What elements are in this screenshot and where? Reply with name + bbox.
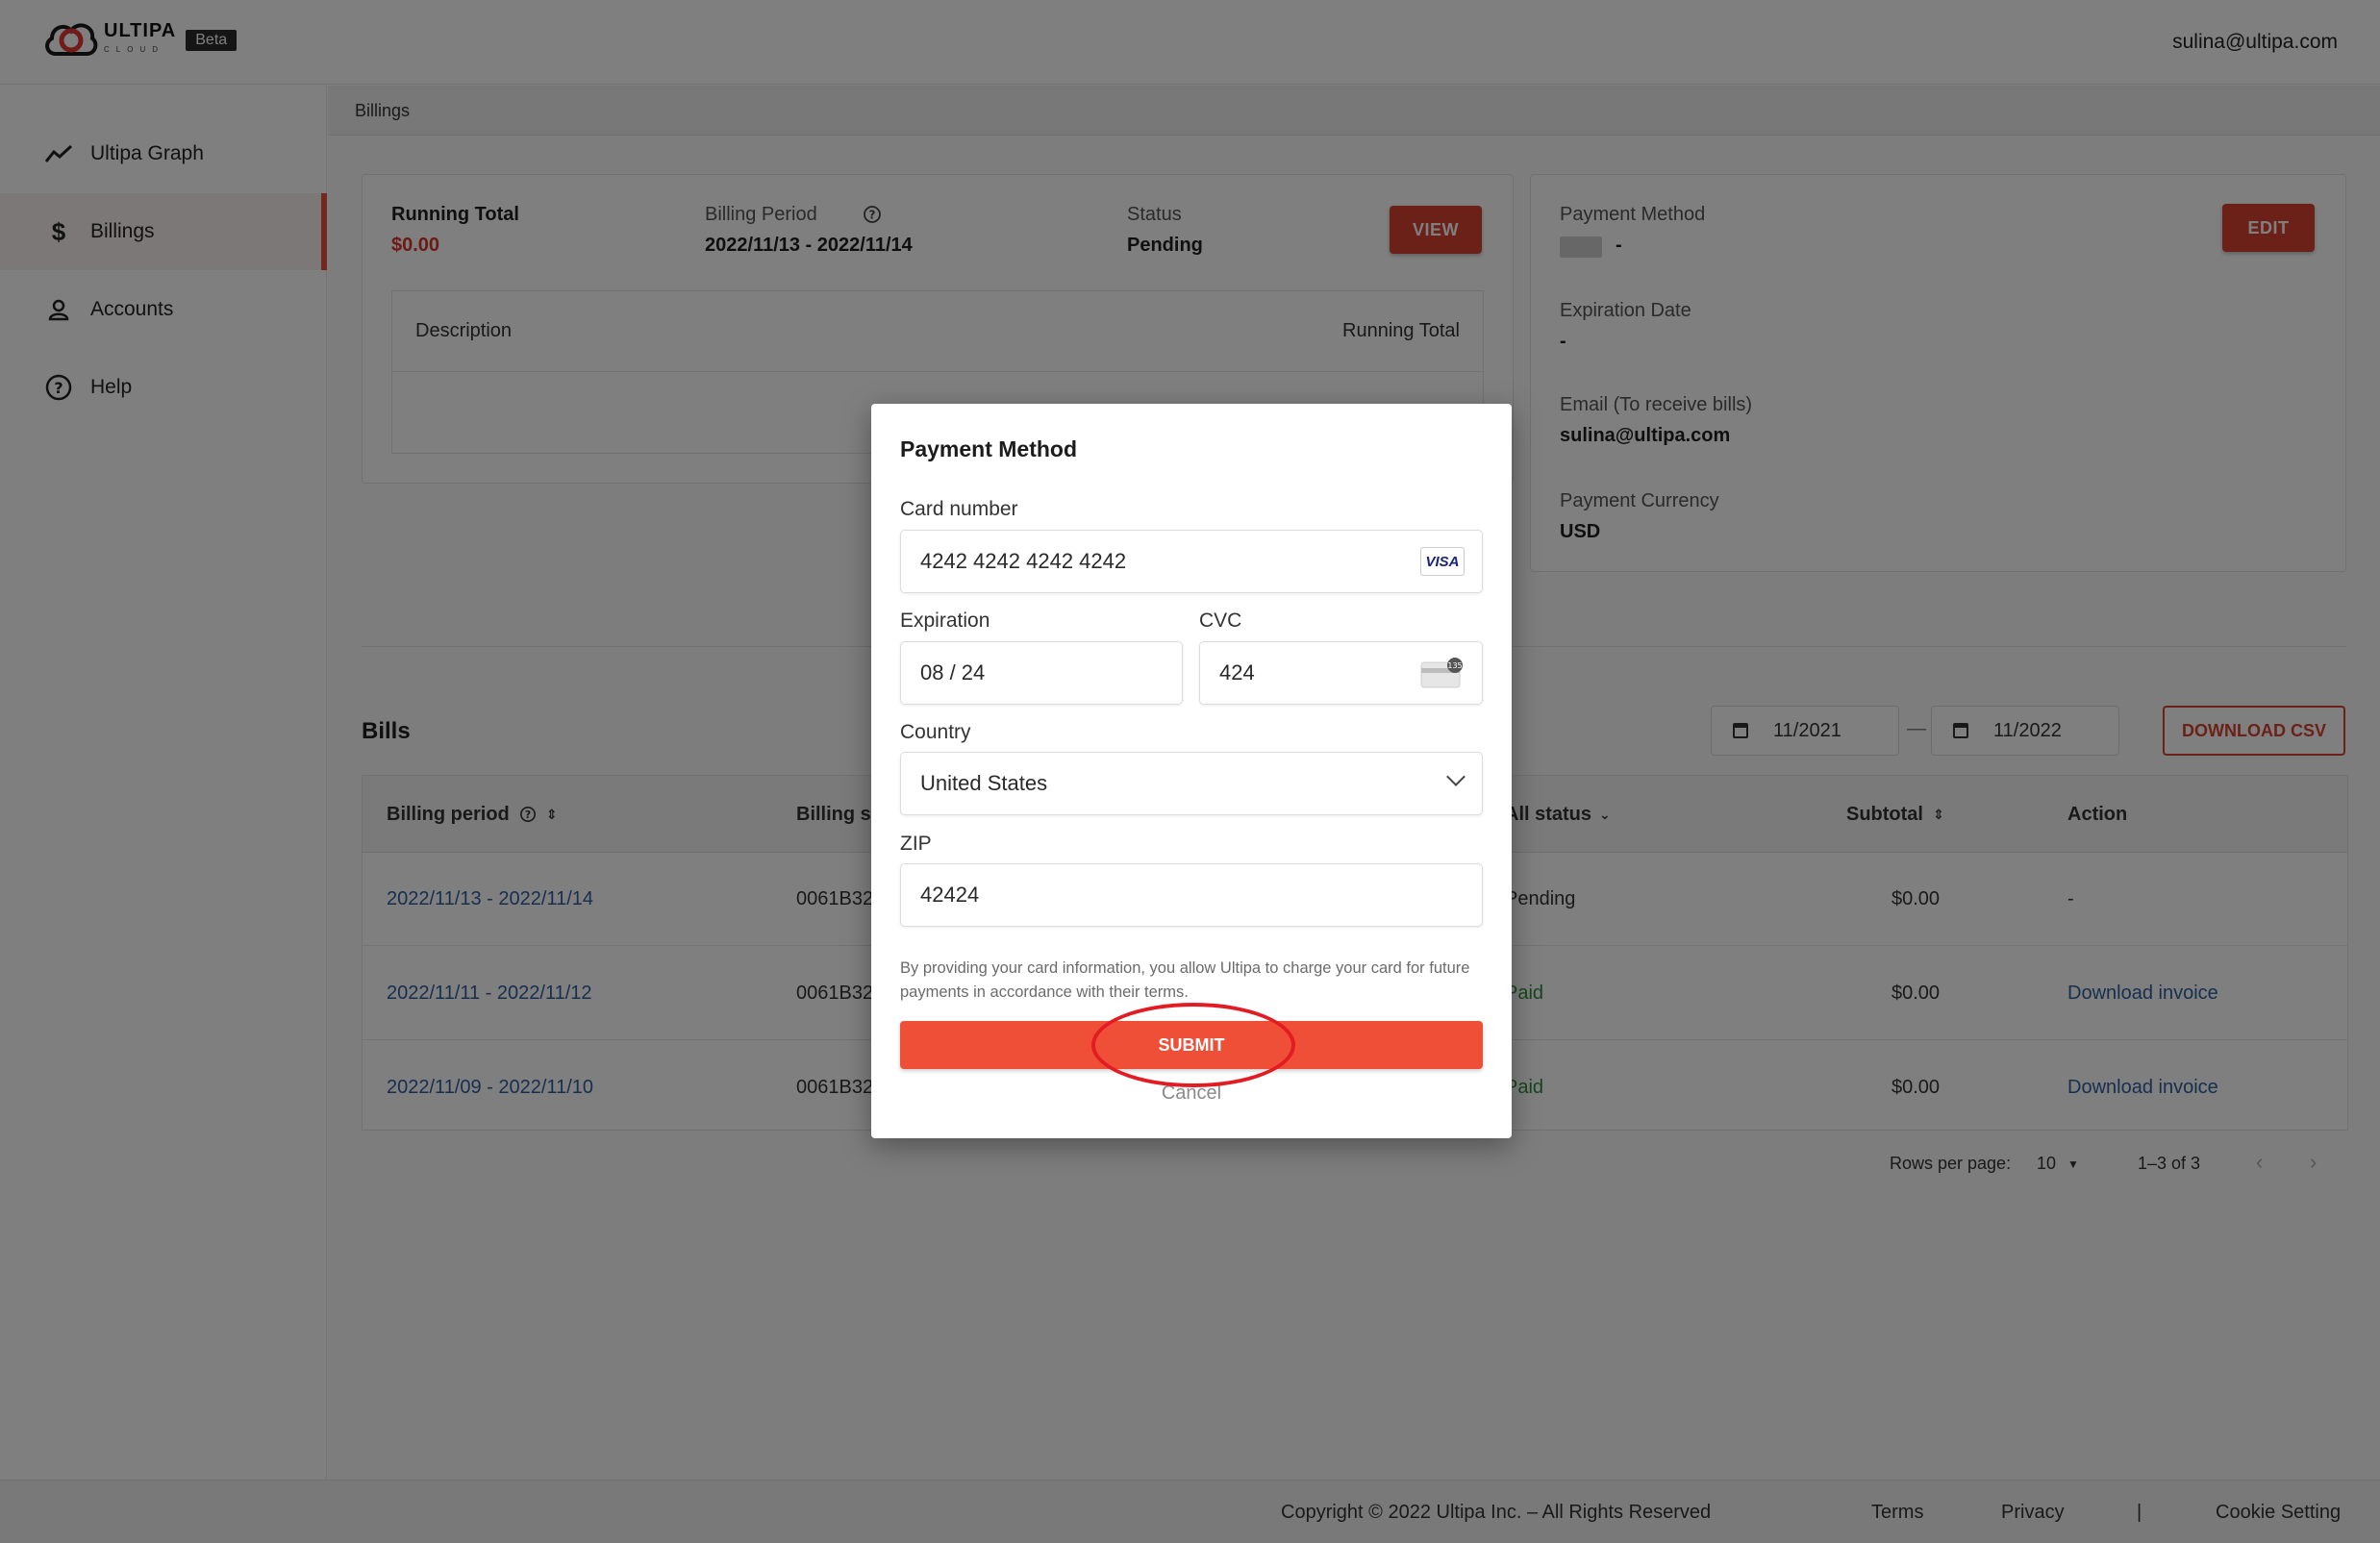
cvc-value: 424 <box>1219 660 1255 684</box>
visa-card-icon: VISA <box>1420 547 1465 576</box>
expiration-value: 08 / 24 <box>920 660 986 684</box>
chevron-down-icon <box>1446 767 1466 786</box>
card-terms-text: By providing your card information, you … <box>900 959 1470 1001</box>
expiration-label: Expiration <box>900 610 990 632</box>
zip-label: ZIP <box>900 833 932 855</box>
cvc-input[interactable]: 424 135 <box>1199 641 1483 705</box>
country-select[interactable]: United States <box>900 752 1483 815</box>
svg-text:135: 135 <box>1447 661 1462 670</box>
cvc-card-icon: 135 <box>1420 658 1463 688</box>
cvc-label: CVC <box>1199 610 1242 632</box>
zip-input[interactable]: 42424 <box>900 863 1483 927</box>
dialog-title: Payment Method <box>900 436 1078 461</box>
card-number-value: 4242 4242 4242 4242 <box>920 549 1127 573</box>
zip-value: 42424 <box>920 883 980 907</box>
expiration-input[interactable]: 08 / 24 <box>900 641 1183 705</box>
country-label: Country <box>900 721 971 743</box>
submit-highlight-ellipse <box>1091 1003 1295 1087</box>
card-number-input[interactable]: 4242 4242 4242 4242 VISA <box>900 530 1483 593</box>
country-value: United States <box>920 771 1048 795</box>
card-number-label: Card number <box>900 498 1018 520</box>
